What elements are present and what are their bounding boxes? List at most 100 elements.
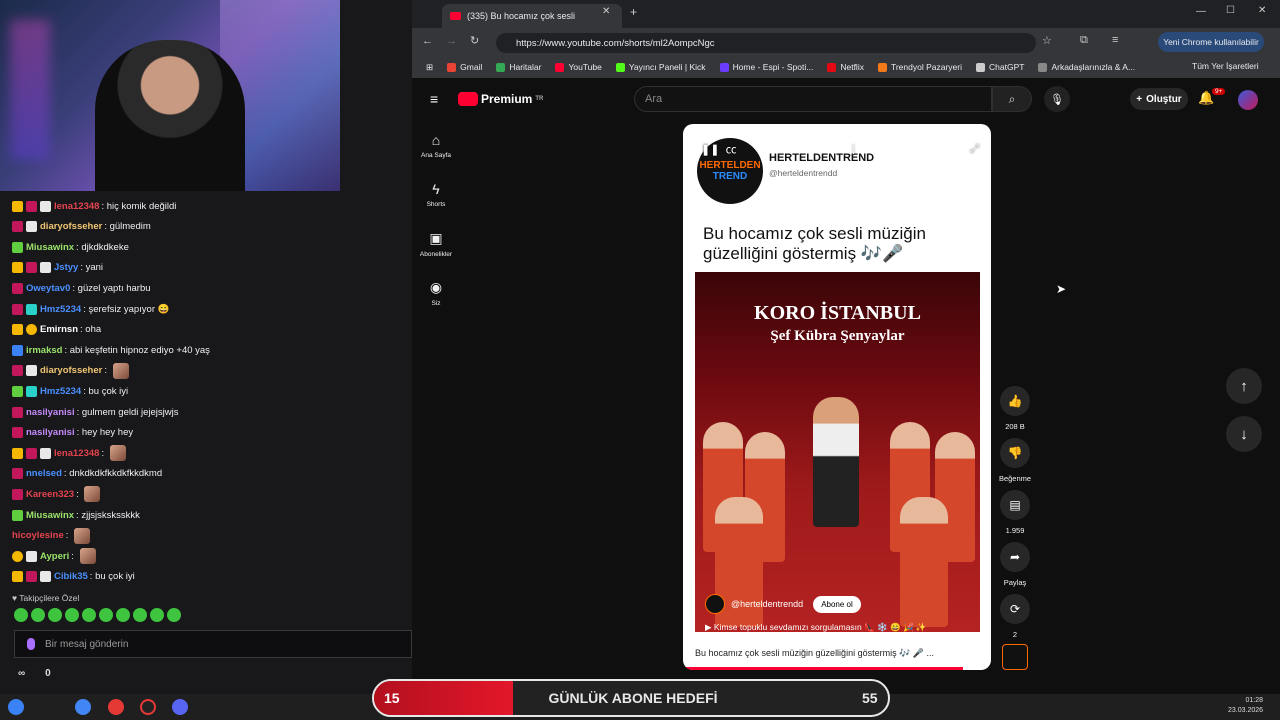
new-tab-icon[interactable]: + [630,5,637,19]
address-bar[interactable]: https://www.youtube.com/shorts/ml2AompcN… [496,33,1036,53]
chat-username[interactable]: Hmz5234 [40,304,81,315]
subscribe-button[interactable]: Abone ol [813,595,861,613]
emote[interactable] [99,608,113,622]
emote[interactable] [14,608,28,622]
nav-you[interactable]: ◉ Siz [412,279,460,307]
like-button[interactable]: 👍 208 B [1000,386,1030,431]
captions-icon[interactable]: ㏄ [726,141,737,157]
chat-username[interactable]: Emirnsn [40,324,78,335]
discord-icon[interactable] [172,699,188,715]
search-input[interactable]: Ara [634,86,992,112]
bookmark-item[interactable]: ChatGPT [976,62,1024,72]
chat-username[interactable]: diaryofsseher [40,365,102,376]
chat-username[interactable]: hicoylesine [12,530,64,541]
emote[interactable] [65,608,79,622]
apps-grid-icon[interactable]: ⊞ [426,62,433,73]
chat-username[interactable]: Kareen323 [26,489,74,500]
menu-icon[interactable]: ≡ [430,91,438,107]
youtube-logo[interactable]: Premium TR [458,92,543,106]
bookmark-item[interactable]: Gmail [447,62,482,72]
chat-message: diaryofsseher: gülmedim [12,217,151,237]
opera-icon[interactable] [108,699,124,715]
chat-message-input[interactable]: Bir mesaj gönderin [14,630,412,658]
fullscreen-icon[interactable]: ⤢ [970,143,979,156]
remix-button[interactable]: ⟳ 2 [1000,594,1030,639]
emote[interactable] [133,608,147,622]
voice-search-button[interactable]: 🎙 [1044,86,1070,112]
emote[interactable] [167,608,181,622]
search-button[interactable]: ⌕ [992,86,1032,112]
chat-username[interactable]: diaryofsseher [40,221,102,232]
reload-icon[interactable]: ↻ [470,34,479,47]
bookmark-item[interactable]: Trendyol Pazaryeri [877,62,962,72]
extensions-icon[interactable]: ⧉ [1080,34,1088,47]
more-icon[interactable]: ⋮ [848,143,859,156]
next-short-button[interactable]: ↓ [1226,416,1262,452]
chat-username[interactable]: Hmz5234 [40,386,81,397]
mic-icon: 🎙 [1050,93,1064,106]
short-footer-title[interactable]: Bu hocamız çok sesli müziğin güzelliğini… [695,648,934,659]
bookmark-star-icon[interactable]: ☆ [1042,34,1052,47]
chat-username[interactable]: Cibik35 [54,571,88,582]
video-channel-handle[interactable]: @herteldentrendd [731,599,803,609]
create-button[interactable]: + Oluştur [1130,88,1188,110]
browser-tab[interactable]: (335) Bu hocamız çok sesli [442,4,622,28]
nav-shorts[interactable]: ϟ Shorts [412,181,460,208]
avatar[interactable] [1238,90,1258,110]
gift-badge-icon [40,571,51,583]
chat-username[interactable]: lena12348 [54,448,99,459]
short-player[interactable]: HERTELDEN TREND HERTELDENTREND @hertelde… [683,124,991,670]
nav-subscriptions[interactable]: ▣ Abonelikler [412,230,460,258]
dislike-button[interactable]: 👎 Beğenme [999,438,1031,483]
progress-bar[interactable] [683,667,963,670]
emote[interactable] [48,608,62,622]
pause-icon[interactable]: ❚❚ [701,143,719,156]
chat-username[interactable]: Jstyy [54,262,78,273]
chat-username[interactable]: Oweytav0 [26,283,70,294]
chat-username[interactable]: irmaksd [26,345,62,356]
emote-row[interactable] [14,608,181,622]
bookmark-label: YouTube [568,62,602,72]
emote[interactable] [82,608,96,622]
bookmark-item[interactable]: Home - Espi - Spoti... [719,62,813,72]
emote[interactable] [116,608,130,622]
app-icon[interactable] [140,699,156,715]
bookmark-item[interactable]: YouTube [555,62,602,72]
nav-home[interactable]: ⌂ Ana Sayfa [412,132,460,159]
forward-icon[interactable]: → [446,35,457,47]
bookmark-item[interactable]: Haritalar [496,62,541,72]
chat-username[interactable]: nasilyanisi [26,407,75,418]
previous-short-button[interactable]: ↑ [1226,368,1262,404]
gift-badge-icon [40,262,51,274]
chat-username[interactable]: Miusawinx [26,242,74,253]
emote[interactable] [150,608,164,622]
chrome-icon[interactable] [75,699,91,715]
reading-list-icon[interactable]: ≡ [1112,34,1118,46]
chat-username[interactable]: nnelsed [26,468,62,479]
video-frame[interactable]: KORO İSTANBUL Şef Kübra Şenyaylar @herte… [695,272,980,632]
maximize-icon[interactable]: ☐ [1226,5,1235,16]
chat-username[interactable]: nasilyanisi [26,427,75,438]
bookmark-item[interactable]: Arkadaşlarınızla & A... [1038,62,1135,72]
bookmark-label: Gmail [460,62,483,72]
close-tab-icon[interactable]: ✕ [602,6,610,17]
close-window-icon[interactable]: ✕ [1258,5,1266,16]
emote[interactable] [31,608,45,622]
bookmark-item[interactable]: Netflix [827,62,864,72]
bookmark-item[interactable]: Yayıncı Paneli | Kick [615,62,706,72]
comments-button[interactable]: ▤ 1.959 [1000,490,1030,535]
chat-username[interactable]: Ayperi [40,551,69,562]
minimize-icon[interactable]: — [1196,6,1206,17]
chat-username[interactable]: Miusawinx [26,510,74,521]
update-chrome-button[interactable]: Yeni Chrome kullanılabilir [1158,32,1264,52]
channel-thumbnail[interactable] [1002,644,1028,670]
chat-text: güzel yaptı harbu [77,282,151,294]
back-icon[interactable]: ← [422,35,433,47]
share-button[interactable]: ➦ Paylaş [1000,542,1030,587]
taskbar-app-icon[interactable] [8,699,24,715]
like-icon: 👍 [1000,386,1030,416]
chat-text: bu çok iyi [88,385,129,397]
all-bookmarks[interactable]: Tüm Yer İşaretleri [1192,61,1259,71]
system-clock[interactable]: 01:28 23.03.2026 [1228,696,1263,716]
chat-username[interactable]: lena12348 [54,201,99,212]
